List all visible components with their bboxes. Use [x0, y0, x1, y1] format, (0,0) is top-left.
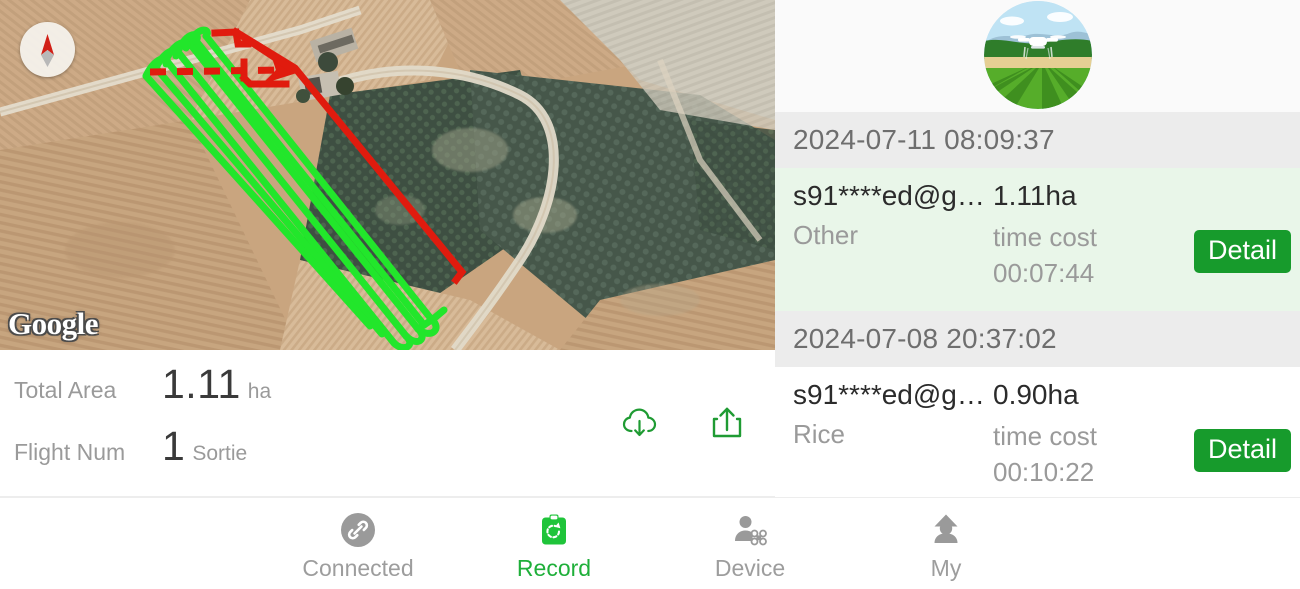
link-chain-icon: [339, 510, 377, 550]
stat-flight-num: Flight Num 1 Sortie: [14, 423, 271, 485]
nav-item-record[interactable]: Record: [456, 506, 652, 582]
flight-num-unit: Sortie: [192, 442, 248, 465]
avatar[interactable]: [983, 0, 1092, 109]
record-item[interactable]: s91****ed@g… 1.11ha Other time cost 00:0…: [775, 168, 1300, 311]
record-time-cost-label: time cost: [993, 222, 1098, 252]
satellite-map[interactable]: Google: [0, 0, 775, 350]
stat-total-area: Total Area 1.11 ha: [14, 361, 271, 423]
record-area: 0.90ha: [993, 379, 1079, 410]
record-primary-line: s91****ed@g… 1.11ha: [793, 180, 1300, 212]
record-time-cost: time cost 00:07:44: [993, 220, 1097, 292]
nav-item-connected[interactable]: Connected: [260, 506, 456, 582]
detail-button[interactable]: Detail: [1193, 429, 1291, 472]
record-area: 1.11ha: [993, 180, 1077, 211]
drone-over-farmland-avatar: [983, 0, 1092, 109]
nav-item-my[interactable]: My: [848, 506, 1044, 582]
compass-icon[interactable]: [20, 22, 75, 77]
bottom-navigation: Connected Record Device My: [0, 497, 1300, 589]
record-time-cost-value: 00:07:44: [993, 257, 1095, 288]
nav-label-connected: Connected: [302, 554, 414, 581]
summary-stats: Total Area 1.11 ha Flight Num 1 Sortie: [0, 361, 271, 485]
map-imagery: [0, 0, 775, 350]
google-logo: Google: [8, 306, 99, 341]
total-area-label: Total Area: [14, 377, 117, 403]
cloud-download-icon[interactable]: [621, 406, 659, 440]
record-date-header: 2024-07-11 08:09:37: [775, 112, 1300, 168]
summary-actions: [621, 405, 745, 441]
compass-needle-icon: [41, 34, 54, 67]
record-crop: Other: [793, 220, 859, 250]
summary-panel: Total Area 1.11 ha Flight Num 1 Sortie: [0, 350, 775, 497]
nav-item-device[interactable]: Device: [652, 506, 848, 582]
record-time-cost-label: time cost: [993, 421, 1098, 451]
nav-label-device: Device: [714, 554, 786, 581]
record-user: s91****ed@g…: [793, 180, 985, 211]
total-area-unit: ha: [247, 380, 272, 403]
record-item[interactable]: s91****ed@g… 0.90ha Rice time cost 00:10…: [775, 367, 1300, 497]
upper-region: Google Total Area 1.11 ha Flight Num 1 S…: [0, 0, 1300, 497]
record-date-header: 2024-07-08 20:37:02: [775, 311, 1300, 367]
person-up-arrow-icon: [927, 510, 965, 550]
flight-num-label: Flight Num: [14, 439, 126, 465]
record-user: s91****ed@g…: [793, 379, 985, 410]
total-area-value: 1.11: [162, 361, 241, 407]
avatar-container: [775, 0, 1300, 112]
left-column: Google Total Area 1.11 ha Flight Num 1 S…: [0, 0, 775, 497]
record-time-cost: time cost 00:10:22: [993, 419, 1097, 491]
nav-label-record: Record: [516, 554, 592, 581]
detail-button[interactable]: Detail: [1193, 230, 1291, 273]
record-crop: Rice: [793, 419, 846, 449]
share-upload-icon[interactable]: [709, 405, 745, 441]
clipboard-refresh-icon: [535, 510, 573, 550]
record-primary-line: s91****ed@g… 0.90ha: [793, 379, 1300, 411]
record-time-cost-value: 00:10:22: [993, 456, 1095, 487]
records-panel: 2024-07-11 08:09:37 s91****ed@g… 1.11ha …: [775, 0, 1300, 497]
app-root: Google Total Area 1.11 ha Flight Num 1 S…: [0, 0, 1300, 589]
nav-label-my: My: [930, 554, 962, 581]
flight-num-value: 1: [162, 423, 186, 469]
person-drone-icon: [731, 510, 769, 550]
